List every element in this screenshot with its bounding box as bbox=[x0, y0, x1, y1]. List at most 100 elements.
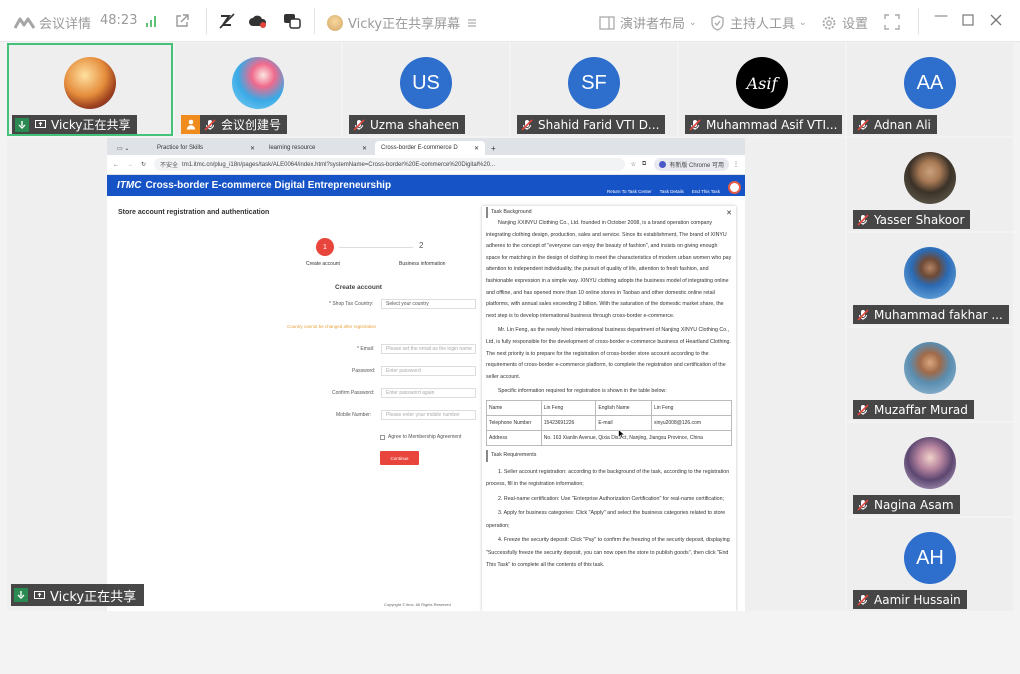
toolbar-divider bbox=[206, 8, 207, 34]
host-tools-button[interactable]: 主持人工具 ⌄ bbox=[710, 13, 807, 32]
chevron-down-icon: ⌄ bbox=[689, 17, 697, 28]
participant-tile[interactable]: Yasser Shakoor bbox=[847, 138, 1013, 231]
browser-tab-active[interactable]: Cross-border E-commerce D ✕ bbox=[375, 141, 485, 155]
star-icon[interactable]: ☆ bbox=[631, 161, 636, 168]
tab-group-icon[interactable]: ▭ ⌄ bbox=[111, 141, 149, 155]
task-details-link[interactable]: Task Details bbox=[660, 189, 684, 194]
live-translate-icon[interactable] bbox=[282, 12, 302, 30]
participant-name: Adnan Ali bbox=[874, 117, 931, 132]
meeting-duration: 48:23 bbox=[100, 13, 138, 28]
forward-icon[interactable]: → bbox=[127, 162, 133, 168]
form-title: Create account bbox=[335, 284, 382, 291]
participant-tile[interactable]: 会议创建号 bbox=[175, 43, 341, 136]
participant-name-tag: Muhammad fakhar ... bbox=[853, 305, 1009, 324]
participant-tile[interactable]: Muhammad fakhar ... bbox=[847, 233, 1013, 326]
participant-tile[interactable]: Vicky正在共享 bbox=[7, 43, 173, 136]
browser-tab[interactable]: Practice for Skills ✕ bbox=[151, 141, 261, 155]
step-1-label: Create account bbox=[306, 261, 340, 267]
chevron-down-icon: ⌄ bbox=[799, 17, 807, 28]
sharing-status-label: Vicky正在共享屏幕 bbox=[348, 17, 461, 32]
participant-name: Muhammad fakhar ... bbox=[874, 307, 1003, 322]
settings-label: 设置 bbox=[842, 17, 869, 32]
back-icon[interactable]: ← bbox=[113, 162, 119, 168]
mic-muted-icon bbox=[520, 118, 534, 132]
task-assignment-text: Mr. Lin Feng, as the newly hired interna… bbox=[486, 327, 731, 380]
share-out-icon[interactable] bbox=[174, 13, 190, 29]
gear-icon bbox=[822, 16, 836, 29]
more-icon[interactable]: ⋮ bbox=[733, 161, 739, 168]
reload-icon[interactable]: ↻ bbox=[141, 161, 146, 168]
table-cell: English Name bbox=[595, 400, 652, 417]
country-label: * Shop Tax Country: bbox=[329, 301, 374, 307]
step-connector bbox=[339, 247, 413, 248]
table-cell: Name bbox=[486, 400, 542, 417]
sharing-status[interactable]: Vicky正在共享屏幕 bbox=[327, 13, 478, 32]
meeting-logo-icon bbox=[14, 17, 36, 29]
agree-checkbox[interactable] bbox=[380, 434, 385, 440]
participant-tile[interactable]: Asif Muhammad Asif VTI... bbox=[679, 43, 845, 136]
fullscreen-icon[interactable] bbox=[884, 14, 900, 30]
user-avatar[interactable] bbox=[728, 181, 741, 194]
participant-tile[interactable]: AH Aamir Hussain bbox=[847, 518, 1013, 611]
sharer-name: Vicky正在共享 bbox=[50, 589, 137, 605]
continue-button[interactable]: Continue bbox=[380, 451, 419, 465]
table-cell: Lin Feng bbox=[540, 400, 597, 417]
signal-icon[interactable] bbox=[145, 14, 159, 28]
settings-button[interactable]: 设置 bbox=[821, 13, 868, 32]
close-icon[interactable] bbox=[990, 14, 1002, 26]
end-task-link[interactable]: End This Task bbox=[692, 189, 720, 194]
participant-tile[interactable]: Muzaffar Murad bbox=[847, 328, 1013, 421]
mute-camera-icon[interactable] bbox=[218, 12, 236, 30]
extension-icon[interactable]: ⧉ bbox=[642, 161, 646, 168]
participant-tile[interactable]: SF Shahid Farid VTI D... bbox=[511, 43, 677, 136]
minimize-icon[interactable]: — bbox=[934, 8, 948, 24]
table-cell: Address bbox=[486, 430, 542, 447]
shield-icon bbox=[711, 14, 724, 31]
country-select[interactable]: Select your country bbox=[381, 299, 476, 309]
table-intro-text: Specific information required for regist… bbox=[498, 388, 667, 395]
participant-tile[interactable]: AA Adnan Ali bbox=[847, 43, 1013, 136]
new-tab-button[interactable]: + bbox=[487, 141, 500, 155]
email-input[interactable]: Please set the email as the login name bbox=[381, 344, 476, 354]
agreement-row: Agree to Membership Agreement bbox=[380, 434, 461, 440]
avatar bbox=[904, 152, 956, 204]
browser-tab[interactable]: learning resource ✕ bbox=[263, 141, 373, 155]
table-cell: No. 163 Xianlin Avenue, Qixia District, … bbox=[540, 430, 733, 447]
copyright-text: Copyright © itmc. All Rights Reserved bbox=[384, 602, 451, 607]
password-label: Password: bbox=[352, 368, 376, 374]
site-title: Cross-border E-commerce Digital Entrepre… bbox=[145, 180, 392, 191]
participant-name: Muhammad Asif VTI... bbox=[706, 117, 838, 132]
chrome-update-chip[interactable]: 有新版 Chrome 可用 bbox=[654, 158, 729, 171]
password-input[interactable]: Enter password bbox=[381, 366, 476, 376]
avatar: AA bbox=[904, 57, 956, 109]
return-task-center-link[interactable]: Return To Task Center bbox=[607, 189, 652, 194]
participant-name-tag: Aamir Hussain bbox=[853, 590, 967, 609]
requirement-item: 3. Apply for business categories: Click … bbox=[486, 510, 726, 529]
meeting-details-button[interactable]: 会议详情 bbox=[14, 13, 91, 32]
cloud-record-icon[interactable] bbox=[248, 12, 268, 30]
url-field[interactable]: 不安全 tm1.itmc.cn/plug_i18n/pages/task/ALE… bbox=[154, 158, 625, 171]
not-secure-label: 不安全 bbox=[160, 163, 179, 169]
table-row: Address No. 163 Xianlin Avenue, Qixia Di… bbox=[486, 430, 733, 447]
shared-browser-window: ▭ ⌄ Practice for Skills ✕ learning resour… bbox=[107, 138, 745, 611]
participant-tile[interactable]: Nagina Asam bbox=[847, 423, 1013, 516]
participant-name: 会议创建号 bbox=[221, 118, 282, 132]
participant-name: Vicky正在共享 bbox=[51, 118, 131, 132]
participant-name-tag: Adnan Ali bbox=[853, 115, 937, 134]
avatar: Asif bbox=[736, 57, 788, 109]
requirements-heading: Task Requirements bbox=[486, 450, 732, 462]
maximize-icon[interactable] bbox=[962, 14, 974, 26]
screen-share-icon bbox=[33, 118, 47, 132]
host-tools-label: 主持人工具 bbox=[730, 17, 796, 32]
close-icon[interactable]: ✕ bbox=[726, 208, 732, 220]
step-1-indicator: 1 bbox=[316, 238, 334, 256]
avatar bbox=[904, 437, 956, 489]
participant-name-tag: Nagina Asam bbox=[853, 495, 960, 514]
page-title: Store account registration and authentic… bbox=[118, 209, 270, 216]
mic-muted-icon bbox=[856, 593, 870, 607]
participant-tile[interactable]: US Uzma shaheen bbox=[343, 43, 509, 136]
confirm-password-input[interactable]: Enter password again bbox=[381, 388, 476, 398]
confirm-password-label: Confirm Password: bbox=[332, 390, 375, 396]
mobile-input[interactable]: Please enter your mobile number bbox=[381, 410, 476, 420]
presenter-layout-button[interactable]: 演讲者布局 ⌄ bbox=[599, 13, 697, 32]
